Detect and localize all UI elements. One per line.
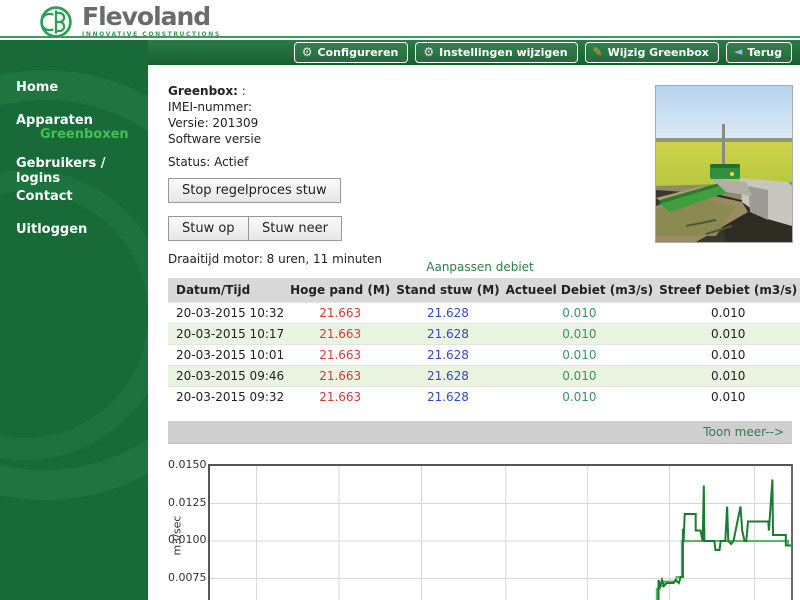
change-settings-button-label: Instellingen wijzigen [439,46,567,59]
col-header-stand-stuw: Stand stuw (M) [393,278,502,303]
sidebar-watermark [0,170,148,460]
stuw-op-button[interactable]: Stuw op [168,216,249,241]
aanpassen-debiet-link[interactable]: Aanpassen debiet [168,260,792,274]
col-header-hoge-pand: Hoge pand (M) [287,278,393,303]
site-photo [655,85,793,243]
chart-y-tick-label: 0.0100 [168,533,204,546]
sidebar-item-uitloggen[interactable]: Uitloggen [16,222,87,237]
chart-y-tick-label: 0.0075 [168,571,204,584]
toolbar: ⚙ Configureren ⚙ Instellingen wijzigen ✎… [148,40,800,65]
brand-name: Flevoland [82,4,221,30]
software-line: Software versie [168,131,261,147]
col-header-datum: Datum/Tijd [168,278,287,303]
stuw-neer-button[interactable]: Stuw neer [248,216,342,241]
brand: Flevoland INNOVATIVE CONSTRUCTIONS [38,4,221,40]
configure-button[interactable]: ⚙ Configureren [294,42,409,63]
sidebar-item-apparaten[interactable]: Apparaten [16,113,93,128]
configure-button-label: Configureren [317,46,398,59]
col-header-streef-debiet: Streef Debiet (m3/s) [656,278,800,303]
table-row: 20-03-2015 10:1721.66321.6280.0100.0102.… [168,324,800,345]
toon-meer-link[interactable]: Toon meer--> [703,425,792,439]
sidebar-item-gebruikers[interactable]: Gebruikers / logins [16,156,148,186]
versie-line: Versie: 201309 [168,115,261,131]
debiet-chart: m3/sec 0.00750.01000.01250.0150 [168,443,792,600]
chart-series-line [659,480,792,600]
back-button[interactable]: ◄ Terug [726,42,792,63]
change-settings-button[interactable]: ⚙ Instellingen wijzigen [415,42,577,63]
arrow-left-icon: ◄ [734,46,742,58]
chart-y-tick-label: 0.0150 [168,458,204,471]
table-row: 20-03-2015 10:0121.66321.6280.0100.0102.… [168,345,800,366]
log-table-body: 20-03-2015 10:3221.66321.6280.0100.0102.… [168,303,800,408]
greenbox-label: Greenbox: [168,84,238,98]
sidebar-item-home[interactable]: Home [16,80,58,95]
table-row: 20-03-2015 10:3221.66321.6280.0100.0102.… [168,303,800,324]
stop-regelproces-button[interactable]: Stop regelproces stuw [168,178,341,203]
measurements-table: Datum/Tijd Hoge pand (M) Stand stuw (M) … [168,278,800,407]
table-footer: Toon meer--> [168,421,792,443]
app-header: Flevoland INNOVATIVE CONSTRUCTIONS [0,0,800,38]
sidebar-item-greenboxen[interactable]: Greenboxen [40,127,129,142]
pencil-icon: ✎ [593,46,603,58]
table-header-row: Datum/Tijd Hoge pand (M) Stand stuw (M) … [168,278,800,303]
chart-y-tick-label: 0.0125 [168,496,204,509]
sidebar: Home Apparaten Greenboxen Gebruikers / l… [0,40,148,600]
edit-greenbox-button[interactable]: ✎ Wijzig Greenbox [585,42,719,63]
imei-line: IMEI-nummer: [168,99,261,115]
flevoland-logo-icon [38,4,74,40]
sidebar-item-contact[interactable]: Contact [16,189,73,204]
back-button-label: Terug [747,46,782,59]
weir-photo-illustration [656,86,792,242]
chart-plot-area [208,464,793,600]
greenbox-value: : [242,84,246,98]
chart-canvas [210,466,791,600]
gear-icon: ⚙ [423,46,434,58]
chart-series-line [657,541,791,600]
gear-icon: ⚙ [302,46,313,58]
edit-greenbox-button-label: Wijzig Greenbox [608,46,709,59]
brand-subtitle: INNOVATIVE CONSTRUCTIONS [82,31,221,38]
status-text: Status: Actief [168,155,248,169]
table-row: 20-03-2015 09:3221.66321.6280.0100.0102.… [168,387,800,408]
greenbox-info: Greenbox: : IMEI-nummer: Versie: 201309 … [168,83,261,147]
col-header-actueel-debiet: Actueel Debiet (m3/s) [503,278,656,303]
table-row: 20-03-2015 09:4621.66321.6280.0100.0102.… [168,366,800,387]
